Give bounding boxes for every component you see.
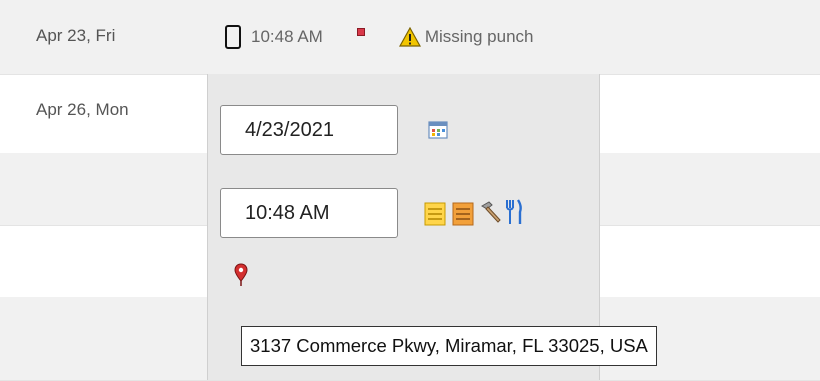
warning-triangle-icon	[398, 27, 421, 47]
status-text: Missing punch	[424, 27, 534, 46]
yellow-note-icon[interactable]	[424, 202, 446, 226]
red-square-flag-icon	[356, 28, 365, 36]
date-input[interactable]	[220, 105, 398, 155]
address-tooltip: 3137 Commerce Pkwy, Miramar, FL 33025, U…	[241, 326, 657, 366]
time-input[interactable]	[220, 188, 398, 238]
mobile-phone-icon	[225, 25, 241, 49]
row-date: Apr 23, Fri	[36, 26, 116, 45]
orange-note-icon[interactable]	[452, 202, 474, 226]
row-date: Apr 26, Mon	[36, 100, 129, 119]
punch-summary[interactable]: 10:48 AM Missing punch	[225, 0, 534, 74]
calendar-icon[interactable]	[428, 121, 448, 139]
punch-editor-popup: 3137 Commerce Pkwy, Miramar, FL 33025, U…	[207, 74, 657, 380]
fork-knife-icon[interactable]	[505, 198, 523, 226]
hammer-icon[interactable]	[479, 200, 503, 224]
punch-time: 10:48 AM	[251, 27, 323, 46]
map-pin-icon[interactable]	[234, 263, 248, 287]
